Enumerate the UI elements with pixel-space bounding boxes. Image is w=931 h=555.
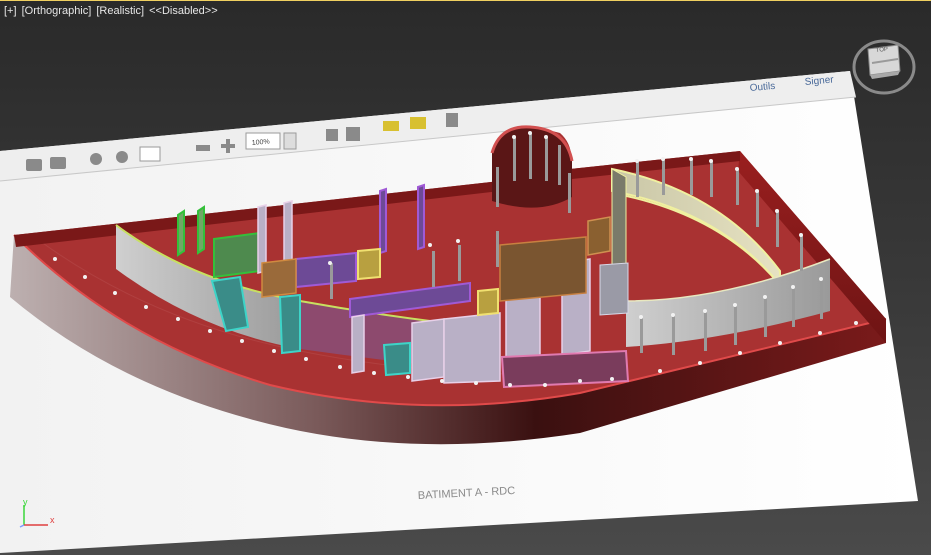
axis-x-label: x bbox=[50, 515, 55, 525]
viewport-menu-plus[interactable]: [+] bbox=[4, 5, 17, 17]
viewcube[interactable]: TOP bbox=[848, 37, 918, 101]
pdf-header-outils: Outils bbox=[749, 81, 775, 94]
perspective-viewport[interactable]: 100% Outils Signer BATIMENT A - RDC [+] … bbox=[0, 0, 931, 555]
viewport-label[interactable]: [+] [Orthographic] [Realistic] <<Disable… bbox=[4, 5, 220, 17]
pink-room bbox=[500, 349, 630, 389]
viewport-disabled-status[interactable]: <<Disabled>> bbox=[149, 5, 218, 17]
axis-y-label: y bbox=[23, 497, 28, 507]
viewport-view-mode[interactable]: [Orthographic] bbox=[22, 5, 92, 17]
brown-room-wall bbox=[499, 236, 587, 302]
scene-render[interactable]: 100% Outils Signer BATIMENT A - RDC bbox=[0, 1, 931, 555]
axis-tripod: y x bbox=[14, 497, 62, 537]
viewport-shading-mode[interactable]: [Realistic] bbox=[96, 5, 144, 17]
viewcube-top-label: TOP bbox=[876, 47, 889, 54]
